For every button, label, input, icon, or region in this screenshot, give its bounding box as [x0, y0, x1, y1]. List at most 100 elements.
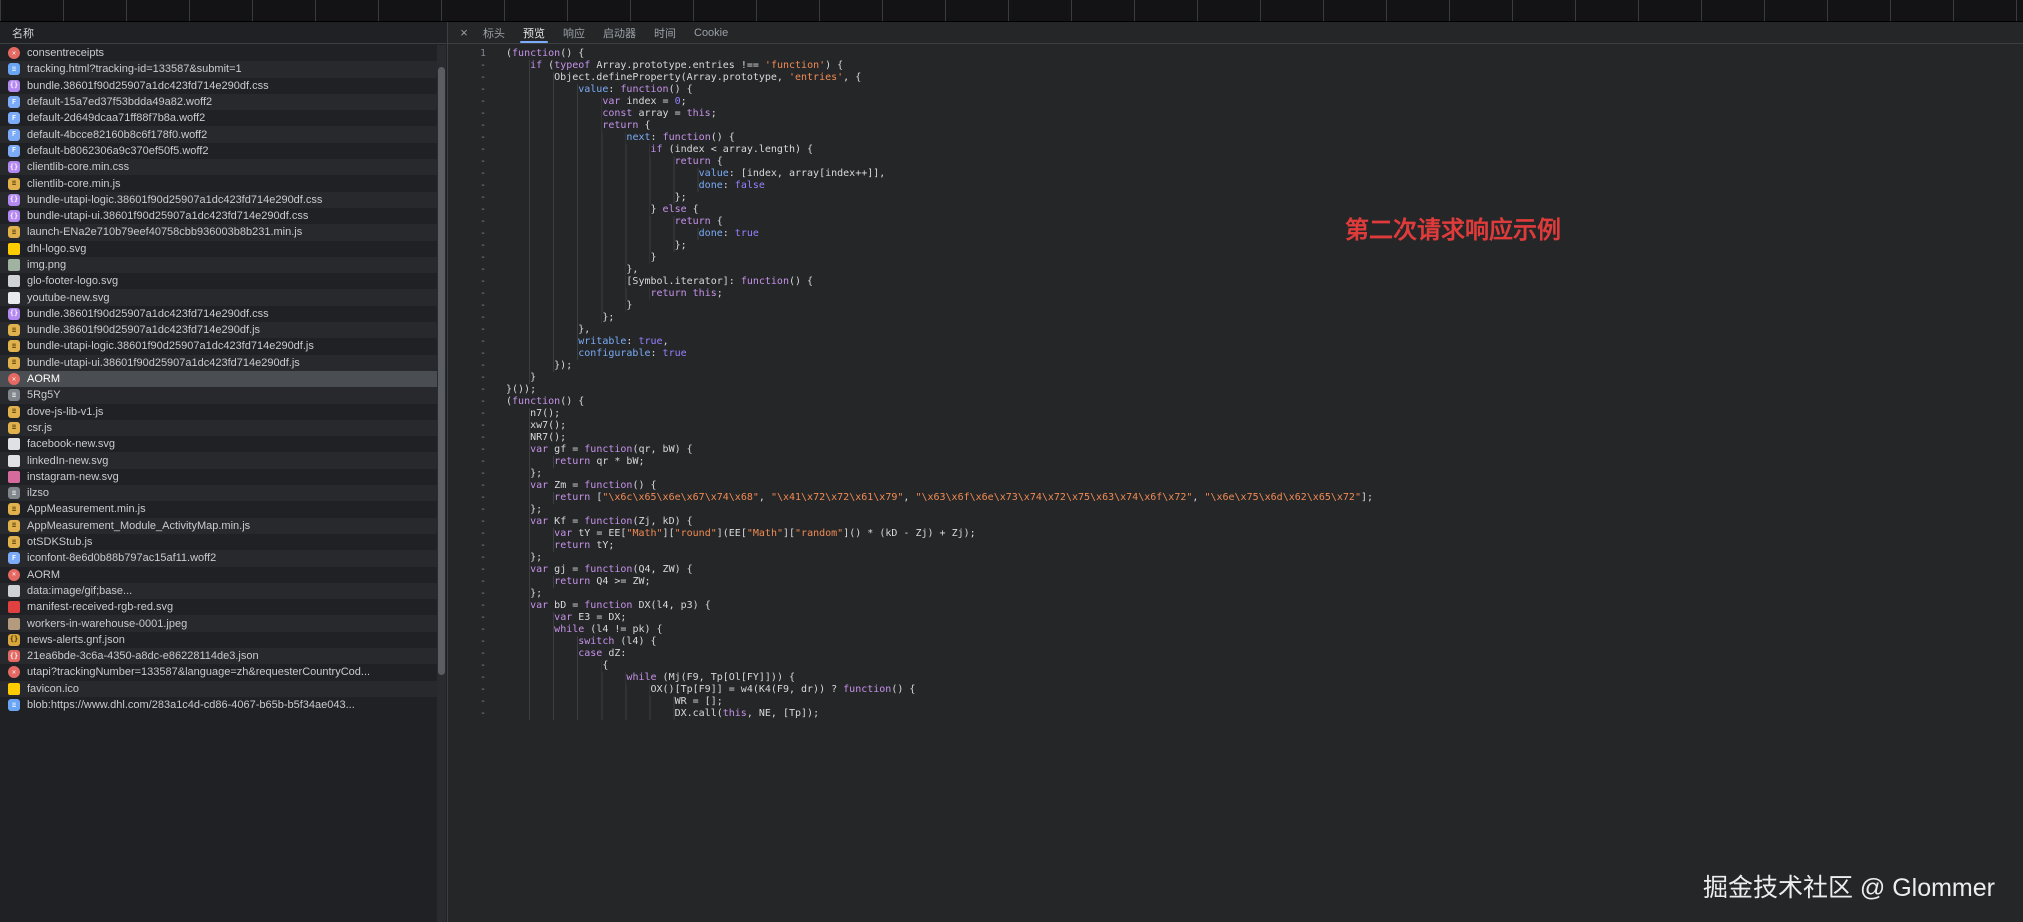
- request-row[interactable]: ✕ AORM: [0, 370, 437, 388]
- request-row[interactable]: favicon.ico: [0, 680, 437, 697]
- line-number[interactable]: -: [448, 432, 498, 444]
- request-row[interactable]: ≡ bundle.38601f90d25907a1dc423fd714e290df…: [0, 322, 437, 339]
- tab-response[interactable]: 响应: [554, 22, 594, 43]
- close-icon[interactable]: ×: [454, 22, 474, 43]
- line-number[interactable]: -: [448, 360, 498, 372]
- request-row[interactable]: ≡ AppMeasurement_Module_ActivityMap.min.j…: [0, 517, 437, 534]
- request-list-scrollbar[interactable]: [437, 45, 446, 922]
- request-row[interactable]: workers-in-warehouse-0001.jpeg: [0, 615, 437, 632]
- line-number[interactable]: -: [448, 192, 498, 204]
- request-row[interactable]: {} bundle-utapi-ui.38601f90d25907a1dc423f…: [0, 208, 437, 224]
- request-row[interactable]: ≡ blob:https://www.dhl.com/283a1c4d-cd86-…: [0, 697, 437, 713]
- request-row[interactable]: manifest-received-rgb-red.svg: [0, 599, 437, 615]
- line-number[interactable]: -: [448, 504, 498, 516]
- line-number[interactable]: -: [448, 480, 498, 492]
- line-number[interactable]: -: [448, 264, 498, 276]
- line-number[interactable]: -: [448, 120, 498, 132]
- request-row[interactable]: ≡ clientlib-core.min.js: [0, 175, 437, 191]
- line-number[interactable]: -: [448, 156, 498, 168]
- line-number[interactable]: -: [448, 588, 498, 600]
- line-number[interactable]: -: [448, 216, 498, 228]
- line-number[interactable]: -: [448, 672, 498, 684]
- line-number[interactable]: -: [448, 276, 498, 288]
- line-number[interactable]: -: [448, 564, 498, 576]
- request-row[interactable]: ≡ tracking.html?tracking-id=133587&submit…: [0, 61, 437, 78]
- request-row[interactable]: {} bundle.38601f90d25907a1dc423fd714e290d…: [0, 306, 437, 322]
- line-number[interactable]: -: [448, 636, 498, 648]
- preview-code-area[interactable]: 1 (function() {- if (typeof Array.prototy…: [448, 45, 2023, 922]
- request-row[interactable]: img.png: [0, 256, 437, 274]
- network-overview-strip[interactable]: [0, 0, 2023, 22]
- line-number[interactable]: -: [448, 336, 498, 348]
- line-number[interactable]: -: [448, 96, 498, 108]
- line-number[interactable]: -: [448, 252, 498, 264]
- line-number[interactable]: -: [448, 648, 498, 660]
- line-number[interactable]: -: [448, 288, 498, 300]
- line-number[interactable]: -: [448, 468, 498, 480]
- line-number[interactable]: -: [448, 708, 498, 720]
- line-number[interactable]: -: [448, 204, 498, 216]
- request-row[interactable]: youtube-new.svg: [0, 289, 437, 306]
- request-row[interactable]: data:image/gif;base...: [0, 582, 437, 600]
- line-number[interactable]: -: [448, 312, 498, 324]
- line-number[interactable]: -: [448, 444, 498, 456]
- line-number[interactable]: 1: [448, 48, 498, 60]
- request-row[interactable]: ≡ otSDKStub.js: [0, 534, 437, 550]
- line-number[interactable]: -: [448, 108, 498, 120]
- request-row[interactable]: Ficonfont-8e6d0b88b797ac15af11.woff2: [0, 550, 437, 567]
- line-number[interactable]: -: [448, 240, 498, 252]
- line-number[interactable]: -: [448, 516, 498, 528]
- request-row[interactable]: {} clientlib-core.min.css: [0, 159, 437, 176]
- line-number[interactable]: -: [448, 420, 498, 432]
- line-number[interactable]: -: [448, 600, 498, 612]
- request-row[interactable]: instagram-new.svg: [0, 469, 437, 485]
- line-number[interactable]: -: [448, 300, 498, 312]
- line-number[interactable]: -: [448, 612, 498, 624]
- tab-headers[interactable]: 标头: [474, 22, 514, 43]
- line-number[interactable]: -: [448, 552, 498, 564]
- line-number[interactable]: -: [448, 168, 498, 180]
- request-row[interactable]: facebook-new.svg: [0, 436, 437, 452]
- request-row[interactable]: dhl-logo.svg: [0, 241, 437, 257]
- request-row[interactable]: glo-footer-logo.svg: [0, 273, 437, 289]
- line-number[interactable]: -: [448, 348, 498, 360]
- request-row[interactable]: {} bundle.38601f90d25907a1dc423fd714e290d…: [0, 78, 437, 94]
- request-row[interactable]: ≡ bundle-utapi-logic.38601f90d25907a1dc42…: [0, 338, 437, 354]
- tab-cookie[interactable]: Cookie: [685, 22, 737, 43]
- tab-timing[interactable]: 时间: [645, 22, 685, 43]
- request-row[interactable]: {} bundle-utapi-logic.38601f90d25907a1dc4…: [0, 191, 437, 208]
- line-number[interactable]: -: [448, 684, 498, 696]
- request-row[interactable]: {} 21ea6bde-3c6a-4350-a8dc-e86228114de3.j…: [0, 647, 437, 665]
- request-row[interactable]: ≡ bundle-utapi-ui.38601f90d25907a1dc423fd…: [0, 354, 437, 371]
- tab-initiator[interactable]: 启动器: [594, 22, 645, 43]
- request-row[interactable]: ✕ utapi?trackingNumber=133587&language=zh…: [0, 664, 437, 680]
- line-number[interactable]: -: [448, 396, 498, 408]
- line-number[interactable]: -: [448, 324, 498, 336]
- line-number[interactable]: -: [448, 228, 498, 240]
- line-number[interactable]: -: [448, 528, 498, 540]
- line-number[interactable]: -: [448, 696, 498, 708]
- line-number[interactable]: -: [448, 576, 498, 588]
- line-number[interactable]: -: [448, 132, 498, 144]
- line-number[interactable]: -: [448, 660, 498, 672]
- line-number[interactable]: -: [448, 84, 498, 96]
- request-row[interactable]: ≡ dove-js-lib-v1.js: [0, 404, 437, 420]
- line-number[interactable]: -: [448, 72, 498, 84]
- line-number[interactable]: -: [448, 384, 498, 396]
- line-number[interactable]: -: [448, 624, 498, 636]
- request-row[interactable]: Fdefault-15a7ed37f53bdda49a82.woff2: [0, 93, 437, 111]
- request-row[interactable]: ≡ ilzso: [0, 485, 437, 502]
- request-row[interactable]: ≡ csr.js: [0, 419, 437, 437]
- request-row[interactable]: ✕ consentreceipts: [0, 45, 437, 61]
- line-number[interactable]: -: [448, 408, 498, 420]
- line-number[interactable]: -: [448, 540, 498, 552]
- request-row[interactable]: Fdefault-4bcce82160b8c6f178f0.woff2: [0, 126, 437, 143]
- line-number[interactable]: -: [448, 60, 498, 72]
- request-row[interactable]: ≡ AppMeasurement.min.js: [0, 501, 437, 517]
- line-number[interactable]: -: [448, 456, 498, 468]
- line-number[interactable]: -: [448, 180, 498, 192]
- line-number[interactable]: -: [448, 144, 498, 156]
- line-number[interactable]: -: [448, 492, 498, 504]
- line-number[interactable]: -: [448, 372, 498, 384]
- tab-preview[interactable]: 预览: [514, 22, 554, 43]
